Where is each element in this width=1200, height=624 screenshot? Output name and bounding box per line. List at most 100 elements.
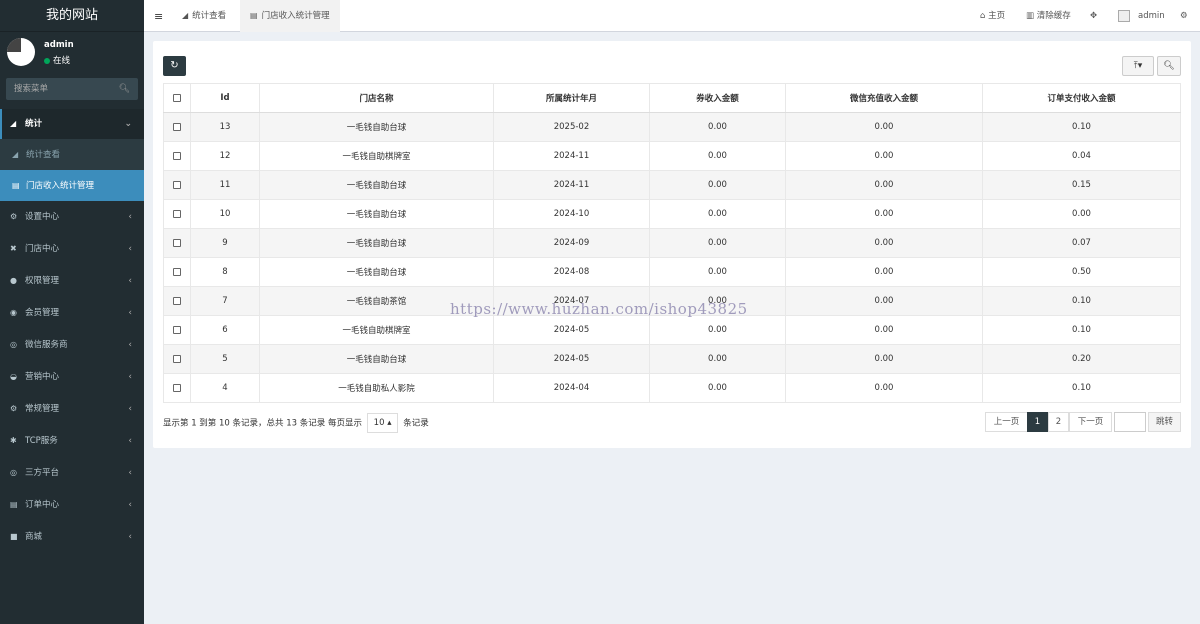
- row-checkbox[interactable]: [173, 209, 181, 218]
- row-checkbox[interactable]: [173, 151, 181, 160]
- next-page-button[interactable]: 下一页: [1069, 412, 1112, 432]
- clear-cache-link[interactable]: ▥ 清除缓存: [1026, 0, 1071, 32]
- area-chart-icon: ◢: [12, 150, 19, 159]
- table-row[interactable]: 13 一毛钱自助台球 2025-02 0.00 0.00 0.10: [163, 112, 1181, 142]
- pagination-info-text: 显示第 1 到第 10 条记录，总共 13 条记录 每页显示: [163, 418, 362, 429]
- row-checkbox[interactable]: [173, 354, 181, 363]
- page-size-value: 10: [373, 418, 385, 428]
- chevron-left-icon: ‹: [128, 276, 132, 286]
- jump-button[interactable]: 跳转: [1148, 412, 1181, 432]
- wechat-icon: ◎: [10, 340, 17, 349]
- cell-wechat-income: 0.00: [785, 228, 983, 258]
- sidebar-menu: ◢ 统计 ⌄ ◢ 统计查看 ▤ 门店收入统计管理 ⚙ 设置中心 ‹ ✖ 门店中心 ‹ ● 权限管…: [0, 109, 144, 553]
- page-size-select[interactable]: 10 ▴: [366, 413, 399, 433]
- sidebar-item-label: TCP服务: [25, 436, 58, 446]
- cell-month: 2024-07: [493, 286, 650, 316]
- column-header-store-name[interactable]: 门店名称: [259, 83, 494, 113]
- refresh-button[interactable]: ↻: [163, 56, 186, 76]
- sidebar-item-third-party[interactable]: ◎ 三方平台 ‹: [0, 457, 144, 489]
- sidebar-item-general[interactable]: ⚙ 常规管理 ‹: [0, 393, 144, 425]
- row-checkbox[interactable]: [173, 180, 181, 189]
- cell-id: 8: [190, 257, 260, 287]
- row-checkbox[interactable]: [173, 122, 181, 131]
- column-header-wechat-income[interactable]: 微信充值收入金额: [785, 83, 983, 113]
- column-header-month[interactable]: 所属统计年月: [493, 83, 650, 113]
- chevron-left-icon: ‹: [128, 468, 132, 478]
- table-row[interactable]: 5 一毛钱自助台球 2024-05 0.00 0.00 0.20: [163, 344, 1181, 374]
- cell-wechat-income: 0.00: [785, 141, 983, 171]
- home-link[interactable]: ⌂ 主页: [980, 0, 1005, 32]
- table-row[interactable]: 10 一毛钱自助台球 2024-10 0.00 0.00 0.00: [163, 199, 1181, 229]
- sidebar-subitem-stats-view[interactable]: ◢ 统计查看: [0, 139, 144, 170]
- content-panel: ↻ ⤒▾ 🔍︎ Id 门店名称 所属统计年月 券收入金额 微信充值收入金额 订单…: [153, 41, 1191, 448]
- cell-id: 10: [190, 199, 260, 229]
- sidebar-item-members[interactable]: ◉ 会员管理 ‹: [0, 297, 144, 329]
- asterisk-icon: ✱: [10, 436, 17, 445]
- table-row[interactable]: 7 一毛钱自助茶馆 2024-07 0.00 0.00 0.10: [163, 286, 1181, 316]
- user-name: admin: [44, 40, 74, 50]
- cell-id: 11: [190, 170, 260, 200]
- cell-coupon-income: 0.00: [649, 170, 786, 200]
- page-button-2[interactable]: 2: [1048, 412, 1069, 432]
- row-checkbox[interactable]: [173, 267, 181, 276]
- user-status: 在线: [44, 54, 70, 66]
- sidebar-item-store[interactable]: ✖ 门店中心 ‹: [0, 233, 144, 265]
- row-select-cell: [163, 315, 191, 345]
- sidebar-item-permissions[interactable]: ● 权限管理 ‹: [0, 265, 144, 297]
- cogs-icon: ⚙: [10, 404, 18, 413]
- list-icon: ▤: [10, 500, 18, 509]
- column-header-id[interactable]: Id: [190, 83, 260, 113]
- store-icon: ✖: [10, 244, 17, 253]
- cell-order-income: 0.10: [982, 315, 1181, 345]
- row-checkbox[interactable]: [173, 238, 181, 247]
- jump-page-input[interactable]: [1114, 412, 1146, 432]
- sidebar-item-settings[interactable]: ⚙ 设置中心 ‹: [0, 201, 144, 233]
- cell-month: 2024-05: [493, 344, 650, 374]
- sidebar-item-marketing[interactable]: ◒ 营销中心 ‹: [0, 361, 144, 393]
- export-button[interactable]: ⤒▾: [1122, 56, 1154, 76]
- row-checkbox[interactable]: [173, 296, 181, 305]
- cell-wechat-income: 0.00: [785, 199, 983, 229]
- menu-search-input[interactable]: [6, 78, 116, 100]
- table-row[interactable]: 6 一毛钱自助棋牌室 2024-05 0.00 0.00 0.10: [163, 315, 1181, 345]
- user-menu[interactable]: admin: [1118, 0, 1165, 32]
- tab-stats-view[interactable]: ◢ 统计查看: [172, 0, 236, 32]
- sidebar-item-wechat[interactable]: ◎ 微信服务商 ‹: [0, 329, 144, 361]
- tab-store-income[interactable]: ▤ 门店收入统计管理: [240, 0, 340, 32]
- users-icon: ●: [10, 276, 17, 285]
- cell-coupon-income: 0.00: [649, 373, 786, 403]
- cell-order-income: 0.50: [982, 257, 1181, 287]
- page-button-1[interactable]: 1: [1027, 412, 1048, 432]
- chevron-left-icon: ‹: [128, 404, 132, 414]
- cell-coupon-income: 0.00: [649, 257, 786, 287]
- table-row[interactable]: 9 一毛钱自助台球 2024-09 0.00 0.00 0.07: [163, 228, 1181, 258]
- prev-page-button[interactable]: 上一页: [985, 412, 1028, 432]
- site-logo[interactable]: 我的网站: [0, 0, 144, 32]
- table-row[interactable]: 8 一毛钱自助台球 2024-08 0.00 0.00 0.50: [163, 257, 1181, 287]
- sidebar-item-label: 权限管理: [25, 276, 60, 286]
- row-checkbox[interactable]: [173, 325, 181, 334]
- select-all-checkbox[interactable]: [173, 93, 181, 102]
- sidebar-item-label: 三方平台: [25, 468, 60, 478]
- sidebar-subitem-store-income[interactable]: ▤ 门店收入统计管理: [0, 170, 144, 201]
- fullscreen-icon[interactable]: ✥: [1090, 0, 1097, 32]
- column-header-coupon-income[interactable]: 券收入金额: [649, 83, 786, 113]
- sidebar-item-mall[interactable]: ■ 商城 ‹: [0, 521, 144, 553]
- table-icon: ▤: [12, 181, 20, 190]
- cell-coupon-income: 0.00: [649, 286, 786, 316]
- table-row[interactable]: 11 一毛钱自助台球 2024-11 0.00 0.00 0.15: [163, 170, 1181, 200]
- tab-label: 门店收入统计管理: [261, 11, 330, 21]
- menu-toggle-icon[interactable]: ≡: [154, 10, 163, 23]
- table-row[interactable]: 12 一毛钱自助棋牌室 2024-11 0.00 0.00 0.04: [163, 141, 1181, 171]
- row-checkbox[interactable]: [173, 383, 181, 392]
- settings-icon[interactable]: ⚙: [1180, 0, 1188, 32]
- sidebar-item-tcp[interactable]: ✱ TCP服务 ‹: [0, 425, 144, 457]
- refresh-icon: ↻: [170, 60, 179, 71]
- sidebar-item-stats[interactable]: ◢ 统计 ⌄: [0, 109, 144, 139]
- table-row[interactable]: 4 一毛钱自助私人影院 2024-04 0.00 0.00 0.10: [163, 373, 1181, 403]
- cell-wechat-income: 0.00: [785, 373, 983, 403]
- sidebar-item-orders[interactable]: ▤ 订单中心 ‹: [0, 489, 144, 521]
- column-header-order-income[interactable]: 订单支付收入金额: [982, 83, 1181, 113]
- search-button[interactable]: 🔍︎: [1157, 56, 1181, 76]
- search-icon[interactable]: 🔍︎: [119, 84, 130, 94]
